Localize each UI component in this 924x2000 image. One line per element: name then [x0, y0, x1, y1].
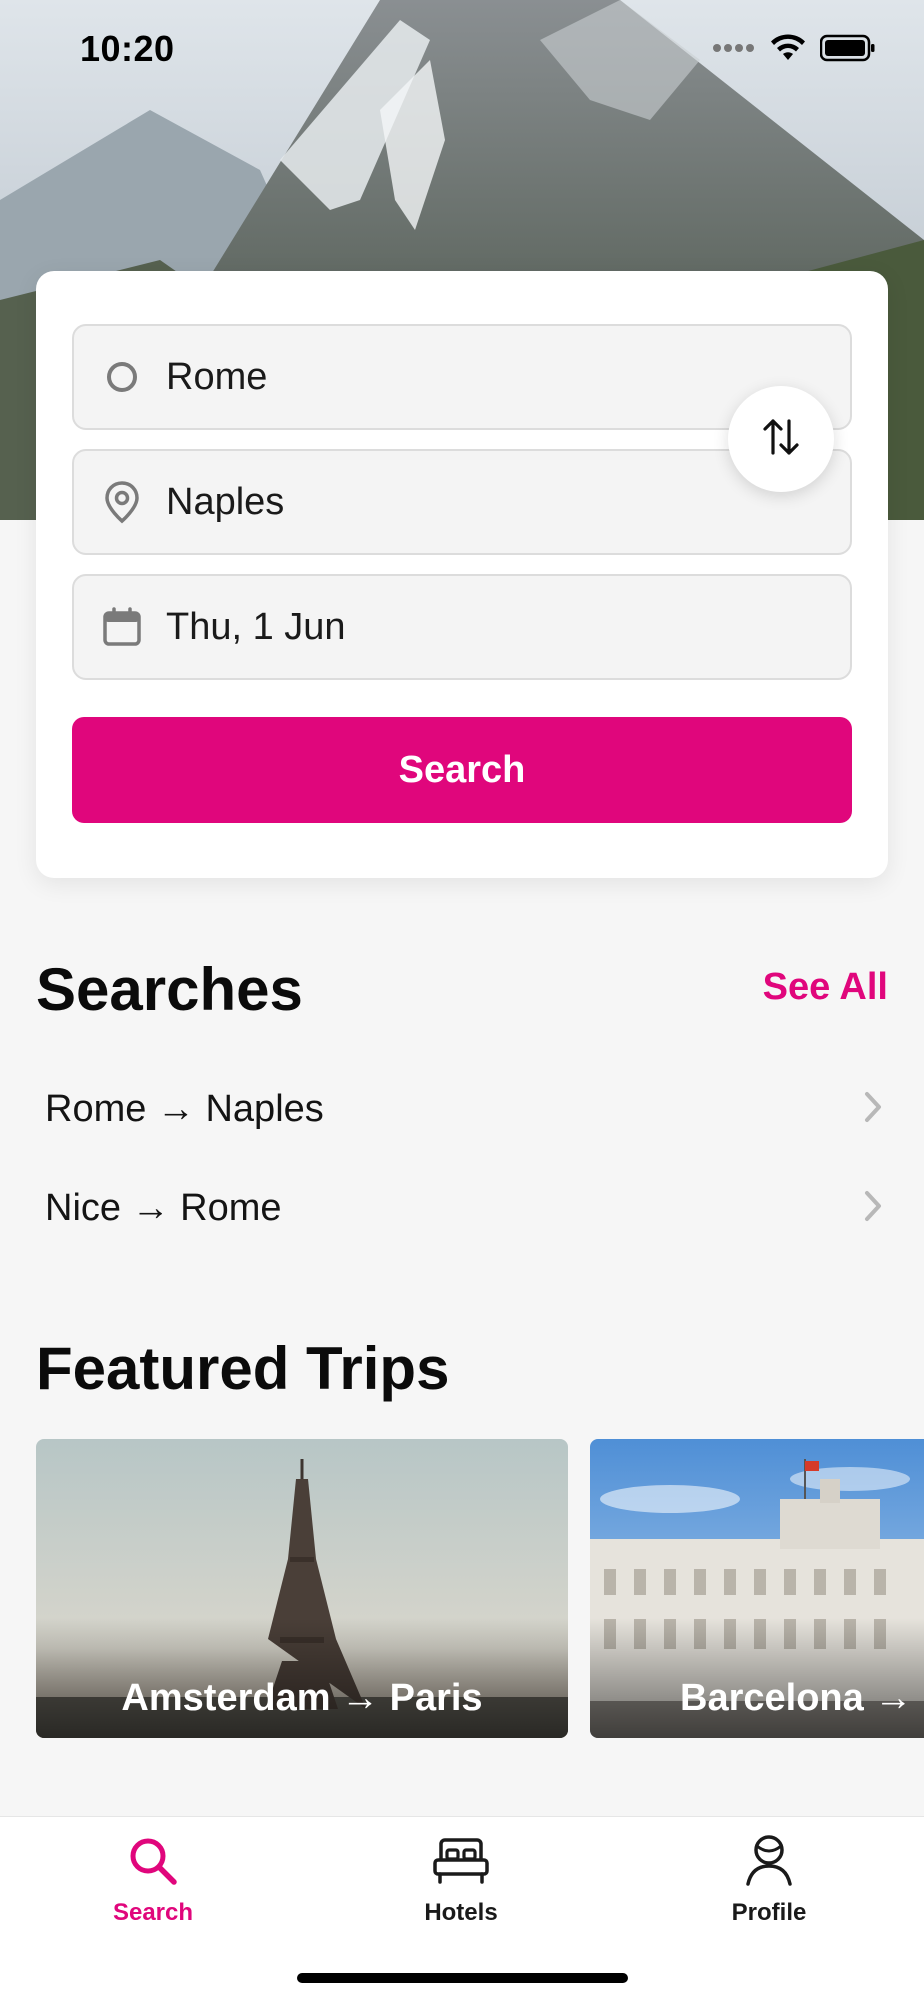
trip-search-card: Rome Naples Thu, 1 Jun Search [36, 271, 888, 878]
location-pin-icon [98, 478, 146, 526]
featured-trip-card[interactable]: Amsterdam → Paris [36, 1439, 568, 1738]
battery-icon [819, 34, 876, 67]
trip-label: Barcelona → M [680, 1677, 924, 1719]
status-bar: 10:20 [0, 0, 924, 100]
tab-label: Profile [731, 1899, 807, 1926]
recent-search-label: Rome → Naples [45, 1087, 324, 1130]
calendar-icon [98, 603, 146, 651]
see-all-link[interactable]: See All [763, 966, 888, 1009]
date-value: Thu, 1 Jun [166, 605, 346, 648]
tab-hotels[interactable]: Hotels [361, 1831, 561, 1941]
origin-value: Rome [166, 355, 268, 398]
tab-search[interactable]: Search [53, 1831, 253, 1941]
chevron-right-icon [862, 1090, 884, 1129]
person-icon [744, 1831, 794, 1891]
cellular-signal-icon [712, 41, 756, 60]
featured-trip-card[interactable]: Barcelona → M [590, 1439, 924, 1738]
search-icon [126, 1831, 180, 1891]
status-icons [712, 33, 876, 67]
trip-label: Amsterdam → Paris [121, 1677, 483, 1719]
recent-search-item[interactable]: Rome → Naples [36, 1064, 888, 1154]
destination-value: Naples [166, 480, 285, 523]
wifi-icon [770, 33, 806, 67]
featured-trips-heading: Featured Trips [36, 1335, 450, 1402]
recent-search-label: Nice → Rome [45, 1186, 282, 1229]
tab-label: Search [112, 1899, 194, 1926]
home-indicator [297, 1973, 628, 1983]
chevron-right-icon [862, 1189, 884, 1228]
search-button[interactable]: Search [72, 717, 852, 823]
origin-circle-icon [98, 353, 146, 401]
tab-label: Hotels [424, 1899, 498, 1926]
swap-arrows-icon [759, 415, 803, 464]
recent-search-item[interactable]: Nice → Rome [36, 1163, 888, 1253]
bed-icon [432, 1831, 490, 1891]
status-time: 10:20 [80, 28, 175, 69]
searches-heading: Searches [36, 956, 303, 1023]
tab-profile[interactable]: Profile [669, 1831, 869, 1941]
swap-locations-button[interactable] [728, 386, 834, 492]
date-field[interactable]: Thu, 1 Jun [72, 574, 852, 680]
